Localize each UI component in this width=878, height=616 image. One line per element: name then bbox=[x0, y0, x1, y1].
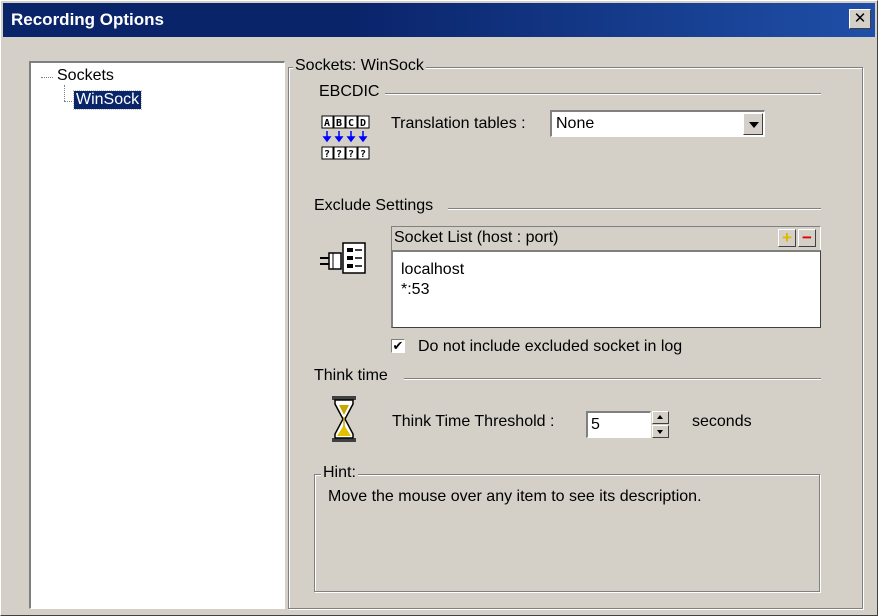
list-item[interactable]: *:53 bbox=[401, 281, 429, 299]
spin-up-button[interactable] bbox=[652, 411, 669, 424]
ebcdic-icon: ABCD ???? bbox=[321, 115, 371, 163]
svg-text:A: A bbox=[324, 118, 330, 129]
svg-text:?: ? bbox=[360, 149, 366, 160]
tree-item-sockets[interactable]: Sockets bbox=[57, 67, 114, 85]
options-tree: Sockets WinSock bbox=[29, 61, 285, 609]
socket-list-header: Socket List (host : port) + − bbox=[391, 226, 821, 250]
recording-options-window: Recording Options ✕ Sockets WinSock Sock… bbox=[0, 0, 878, 616]
ebcdic-section-title: EBCDIC bbox=[319, 83, 386, 101]
checkmark-icon: ✔ bbox=[392, 338, 404, 353]
minus-icon: − bbox=[802, 228, 812, 247]
list-item[interactable]: localhost bbox=[401, 261, 464, 279]
spin-down-button[interactable] bbox=[652, 425, 669, 438]
hint-title: Hint: bbox=[321, 464, 358, 482]
exclude-from-log-label: Do not include excluded socket in log bbox=[418, 338, 683, 355]
chevron-down-icon[interactable] bbox=[743, 113, 763, 135]
close-button[interactable]: ✕ bbox=[849, 9, 871, 29]
tree-connector bbox=[64, 85, 65, 101]
add-socket-button[interactable]: + bbox=[778, 229, 796, 247]
group-title: Sockets: WinSock bbox=[293, 57, 426, 75]
svg-text:D: D bbox=[360, 118, 366, 129]
think-time-threshold-label: Think Time Threshold : bbox=[392, 413, 555, 430]
section-divider bbox=[404, 378, 821, 380]
exclude-settings-title: Exclude Settings bbox=[314, 197, 440, 215]
hourglass-icon bbox=[331, 395, 357, 443]
socket-plug-icon bbox=[319, 241, 375, 277]
exclude-from-log-checkbox[interactable]: ✔ bbox=[391, 339, 405, 353]
think-time-title: Think time bbox=[314, 367, 394, 385]
svg-text:?: ? bbox=[324, 149, 330, 160]
socket-list-header-label: Socket List (host : port) bbox=[394, 229, 559, 246]
title-bar: Recording Options ✕ bbox=[3, 3, 875, 37]
remove-socket-button[interactable]: − bbox=[798, 229, 816, 247]
think-time-spinner[interactable] bbox=[652, 411, 669, 438]
svg-text:B: B bbox=[336, 118, 342, 129]
section-divider bbox=[448, 208, 821, 210]
think-time-threshold-value: 5 bbox=[591, 416, 600, 433]
translation-tables-value: None bbox=[556, 115, 595, 132]
hint-text: Move the mouse over any item to see its … bbox=[328, 488, 702, 505]
tree-item-winsock[interactable]: WinSock bbox=[72, 90, 143, 110]
think-time-threshold-input[interactable]: 5 bbox=[586, 411, 651, 438]
translation-tables-select[interactable]: None bbox=[550, 110, 765, 137]
section-divider bbox=[373, 93, 821, 95]
socket-list[interactable]: localhost *:53 bbox=[391, 250, 821, 328]
seconds-unit-label: seconds bbox=[692, 413, 752, 430]
tree-connector bbox=[64, 101, 72, 102]
window-title: Recording Options bbox=[11, 10, 164, 29]
tree-connector bbox=[41, 77, 53, 78]
svg-text:C: C bbox=[348, 118, 354, 129]
close-icon: ✕ bbox=[853, 10, 867, 27]
svg-text:?: ? bbox=[348, 149, 354, 160]
svg-text:?: ? bbox=[336, 149, 342, 160]
plus-icon: + bbox=[782, 228, 792, 247]
translation-tables-label: Translation tables : bbox=[391, 115, 526, 132]
